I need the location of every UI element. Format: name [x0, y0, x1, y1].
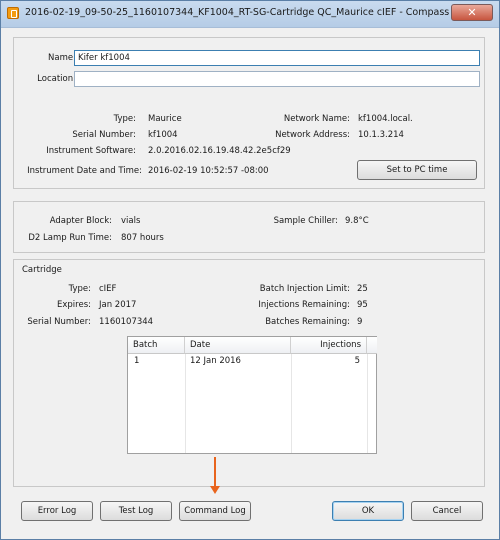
column-header-spacer [367, 337, 377, 354]
cartridge-type-label: Type: [68, 284, 91, 294]
test-log-button[interactable]: Test Log [100, 501, 172, 521]
ok-button[interactable]: OK [332, 501, 404, 521]
compass-app-icon [7, 7, 19, 19]
lamp-run-time-label: D2 Lamp Run Time: [28, 233, 112, 243]
network-name-label: Network Name: [283, 114, 350, 124]
network-address-value: 10.1.3.214 [358, 130, 404, 140]
column-header-injections-label: Injections [320, 340, 361, 350]
window-close-button[interactable]: ✕ [451, 4, 493, 21]
name-input[interactable]: Kifer kf1004 [74, 50, 480, 66]
location-input[interactable] [74, 71, 480, 87]
instrument-software-value: 2.0.2016.02.16.19.48.42.2e5cf29 [148, 146, 291, 156]
type-value: Maurice [148, 114, 182, 124]
instrument-datetime-value: 2016-02-19 10:52:57 -08:00 [148, 166, 269, 176]
batch-table[interactable]: Batch Date Injections 1 12 Jan 2016 5 [127, 336, 377, 454]
cartridge-expires-value: Jan 2017 [99, 300, 137, 310]
hardware-panel: Adapter Block: vials D2 Lamp Run Time: 8… [13, 201, 485, 253]
network-address-label: Network Address: [275, 130, 350, 140]
cartridge-serial-label: Serial Number: [27, 317, 91, 327]
column-divider [291, 354, 292, 453]
table-cell-batch: 1 [134, 356, 140, 366]
command-log-button[interactable]: Command Log [179, 501, 251, 521]
close-icon: ✕ [467, 6, 477, 19]
column-divider [367, 354, 368, 453]
column-header-injections[interactable]: Injections [291, 337, 367, 354]
set-to-pc-time-button[interactable]: Set to PC time [357, 160, 477, 180]
batches-remaining-value: 9 [357, 317, 363, 327]
serial-number-label: Serial Number: [72, 130, 136, 140]
injections-remaining-label: Injections Remaining: [258, 300, 350, 310]
title-bar[interactable]: 2016-02-19_09-50-25_1160107344_KF1004_RT… [1, 1, 499, 28]
compass-dialog-window: 2016-02-19_09-50-25_1160107344_KF1004_RT… [0, 0, 500, 540]
network-name-value: kf1004.local. [358, 114, 413, 124]
injections-remaining-value: 95 [357, 300, 368, 310]
column-divider [185, 354, 186, 453]
column-header-date[interactable]: Date [185, 337, 291, 354]
batch-injection-limit-value: 25 [357, 284, 368, 294]
table-cell-injections: 5 [354, 356, 360, 366]
cancel-button[interactable]: Cancel [411, 501, 483, 521]
serial-number-value: kf1004 [148, 130, 178, 140]
cartridge-section-title: Cartridge [22, 265, 62, 275]
cartridge-serial-value: 1160107344 [99, 317, 154, 327]
instrument-datetime-label: Instrument Date and Time: [27, 166, 142, 176]
annotation-arrow-shaft [214, 457, 216, 489]
cartridge-expires-label: Expires: [57, 300, 91, 310]
table-cell-date: 12 Jan 2016 [190, 356, 241, 366]
error-log-button[interactable]: Error Log [21, 501, 93, 521]
lamp-run-time-value: 807 hours [121, 233, 164, 243]
batch-injection-limit-label: Batch Injection Limit: [259, 284, 350, 294]
cartridge-type-value: cIEF [99, 284, 117, 294]
batches-remaining-label: Batches Remaining: [265, 317, 350, 327]
sample-chiller-label: Sample Chiller: [273, 216, 338, 226]
adapter-block-value: vials [121, 216, 141, 226]
column-header-batch[interactable]: Batch [128, 337, 185, 354]
annotation-arrow-head [210, 486, 220, 494]
sample-chiller-value: 9.8°C [345, 216, 369, 226]
name-label: Name: [48, 53, 76, 63]
window-title: 2016-02-19_09-50-25_1160107344_KF1004_RT… [25, 7, 455, 18]
adapter-block-label: Adapter Block: [49, 216, 112, 226]
location-label: Location: [37, 74, 76, 84]
type-label: Type: [113, 114, 136, 124]
instrument-panel: Name: Kifer kf1004 Location: Type: Mauri… [13, 37, 485, 189]
instrument-software-label: Instrument Software: [46, 146, 136, 156]
